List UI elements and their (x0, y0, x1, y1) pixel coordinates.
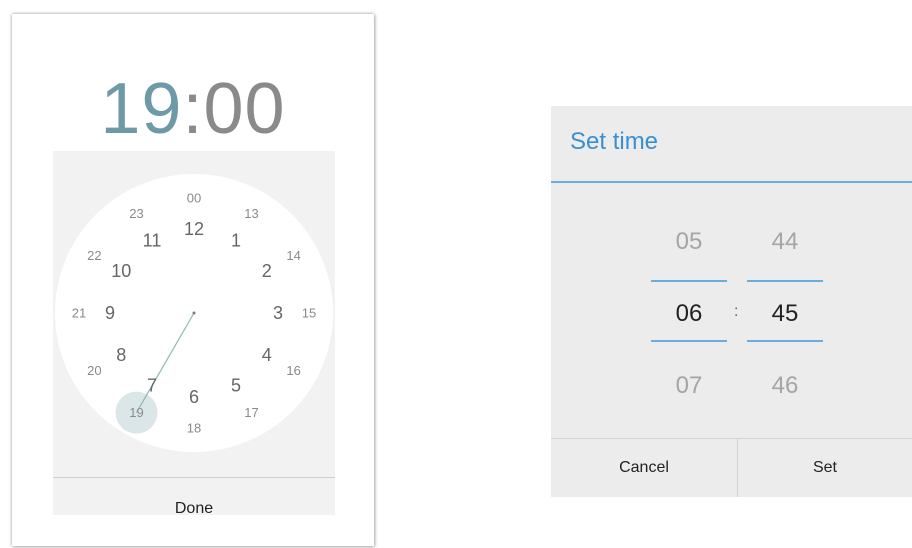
hour-inner-7[interactable]: 7 (147, 376, 157, 396)
hour-current-value[interactable]: 06 (651, 300, 727, 328)
hour-inner-8[interactable]: 8 (116, 345, 126, 365)
hour-outer-19[interactable]: 19 (129, 405, 143, 420)
clock-time-picker: 19:00 00 13 14 15 16 17 18 19 20 21 22 23 12 1 2 3 4 5 6 7 8… (12, 14, 374, 546)
hour-inner-10[interactable]: 10 (111, 261, 131, 281)
hour-inner-6[interactable]: 6 (189, 387, 199, 407)
time-colon: : (182, 69, 204, 149)
spinner-separator: : (734, 303, 739, 320)
hours-display[interactable]: 19 (100, 69, 182, 149)
hour-inner-1[interactable]: 1 (231, 230, 241, 250)
clock-dial[interactable]: 001314151617181920212223121234567891011 (53, 151, 335, 477)
hour-outer-00[interactable]: 00 (187, 191, 201, 206)
hour-inner-5[interactable]: 5 (231, 376, 241, 396)
time-display: 19:00 (12, 64, 374, 154)
set-time-dialog: Set time 05 06 07 : 44 45 46 Cancel Set (551, 106, 912, 497)
hour-outer-13[interactable]: 13 (244, 206, 258, 221)
hour-outer-17[interactable]: 17 (244, 405, 258, 420)
hour-inner-3[interactable]: 3 (273, 303, 283, 323)
clock-dial-area: 00 13 14 15 16 17 18 19 20 21 22 23 12 1 2 3 4 5 6 7 8 9 10 11 (53, 151, 335, 477)
hour-outer-14[interactable]: 14 (286, 248, 300, 263)
hour-outer-22[interactable]: 22 (87, 248, 101, 263)
hour-selection-line-top (651, 280, 727, 282)
hour-inner-2[interactable]: 2 (262, 261, 272, 281)
minute-selection-line-top (747, 280, 823, 282)
minute-prev-value[interactable]: 44 (747, 228, 823, 256)
dialog-title: Set time (570, 128, 659, 155)
hour-outer-16[interactable]: 16 (286, 363, 300, 378)
hour-inner-11[interactable]: 11 (143, 230, 162, 250)
hour-outer-18[interactable]: 18 (187, 421, 201, 436)
hour-inner-12[interactable]: 12 (184, 219, 204, 239)
hour-outer-21[interactable]: 21 (72, 306, 86, 321)
hour-selection-line-bottom (651, 340, 727, 342)
hour-inner-9[interactable]: 9 (105, 303, 115, 323)
cancel-button[interactable]: Cancel (551, 439, 737, 497)
minute-current-value[interactable]: 45 (747, 300, 823, 328)
hour-prev-value[interactable]: 05 (651, 228, 727, 256)
hour-outer-23[interactable]: 23 (129, 206, 143, 221)
set-button[interactable]: Set (738, 439, 912, 497)
hour-outer-20[interactable]: 20 (87, 363, 101, 378)
title-divider (551, 181, 912, 183)
hour-inner-4[interactable]: 4 (262, 345, 272, 365)
minutes-display[interactable]: 00 (204, 69, 286, 149)
done-button[interactable]: Done (53, 477, 335, 517)
minute-selection-line-bottom (747, 340, 823, 342)
hour-next-value[interactable]: 07 (651, 372, 727, 400)
clock-center (192, 311, 196, 315)
hour-outer-15[interactable]: 15 (302, 306, 316, 321)
minute-next-value[interactable]: 46 (747, 372, 823, 400)
